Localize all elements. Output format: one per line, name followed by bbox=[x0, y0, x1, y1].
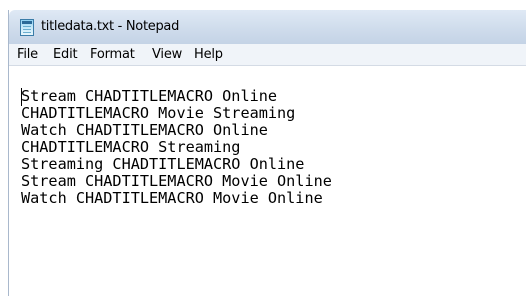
editor-line: Streaming CHADTITLEMACRO Online bbox=[21, 155, 305, 173]
title-bar[interactable]: titledata.txt - Notepad bbox=[9, 10, 526, 44]
editor-line: CHADTITLEMACRO Movie Streaming bbox=[21, 104, 296, 122]
editor-line: Watch CHADTITLEMACRO Movie Online bbox=[21, 189, 323, 207]
window-title: titledata.txt - Notepad bbox=[41, 19, 180, 34]
notepad-icon bbox=[20, 19, 34, 36]
menu-view[interactable]: View bbox=[152, 47, 182, 62]
editor-line: CHADTITLEMACRO Streaming bbox=[21, 138, 241, 156]
menu-file[interactable]: File bbox=[17, 47, 38, 62]
editor-line: Stream CHADTITLEMACRO Online bbox=[21, 87, 278, 105]
menu-format[interactable]: Format bbox=[90, 47, 135, 62]
menu-help[interactable]: Help bbox=[194, 47, 223, 62]
menu-edit[interactable]: Edit bbox=[53, 47, 78, 62]
text-editor[interactable]: Stream CHADTITLEMACRO Online CHADTITLEMA… bbox=[9, 66, 526, 296]
editor-line: Watch CHADTITLEMACRO Online bbox=[21, 121, 268, 139]
editor-line: Stream CHADTITLEMACRO Movie Online bbox=[21, 172, 332, 190]
notepad-window: titledata.txt - Notepad File Edit Format… bbox=[8, 10, 526, 296]
menu-bar: File Edit Format View Help bbox=[9, 44, 526, 66]
